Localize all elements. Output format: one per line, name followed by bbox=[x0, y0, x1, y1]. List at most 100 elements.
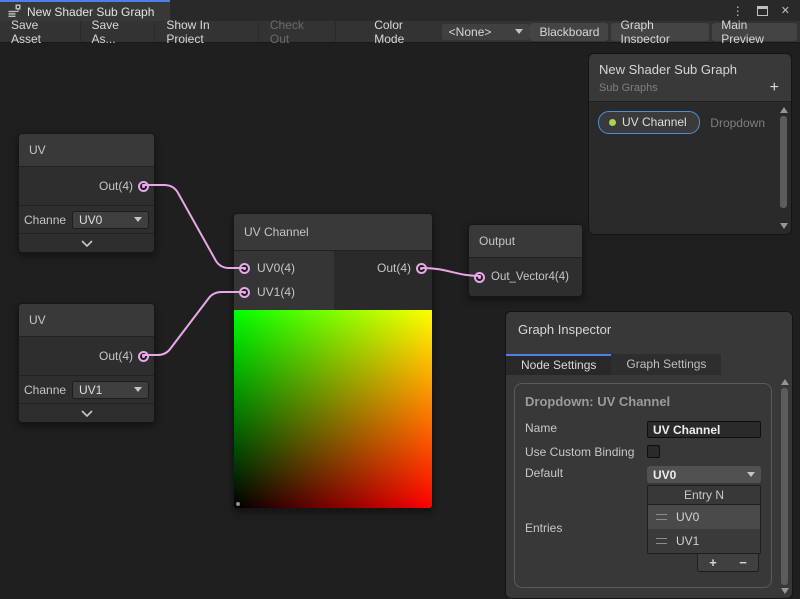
use-custom-binding-checkbox[interactable] bbox=[647, 445, 660, 458]
entries-label: Entries bbox=[525, 521, 647, 536]
node-uv-1-out-label: Out(4) bbox=[99, 179, 133, 193]
graph-inspector-toggle-button[interactable]: Graph Inspector bbox=[611, 23, 709, 41]
node-uv-1-channel-value: UV0 bbox=[79, 213, 102, 227]
color-mode-dropdown[interactable]: <None> bbox=[442, 24, 531, 40]
add-property-button[interactable]: + bbox=[770, 83, 781, 93]
blackboard-scrollbar[interactable] bbox=[778, 105, 789, 231]
window-menu-icon[interactable]: ⋮ bbox=[732, 4, 744, 18]
blackboard-title: New Shader Sub Graph bbox=[599, 62, 781, 77]
name-label: Name bbox=[525, 421, 647, 438]
scroll-up-icon[interactable] bbox=[781, 379, 789, 385]
edge-uv1-out-to-uv0[interactable] bbox=[143, 185, 245, 268]
graph-canvas[interactable]: UV Out(4) Channe UV0 UV Out(4) Channe bbox=[0, 43, 800, 599]
save-as-button[interactable]: Save As... bbox=[81, 21, 156, 42]
name-input[interactable]: UV Channel bbox=[647, 421, 761, 438]
use-custom-binding-row: Use Custom Binding bbox=[525, 445, 761, 460]
node-output-title: Output bbox=[469, 225, 582, 258]
entry-row-uv0[interactable]: UV0 bbox=[648, 505, 760, 529]
drag-handle-icon[interactable] bbox=[656, 514, 667, 520]
node-uv-2-collapse-button[interactable] bbox=[19, 403, 154, 422]
chevron-down-icon bbox=[80, 410, 94, 417]
edge-uv2-out-to-uv1[interactable] bbox=[143, 292, 245, 355]
tab-title: New Shader Sub Graph bbox=[27, 5, 154, 19]
inspector-scrollbar[interactable] bbox=[779, 377, 790, 596]
node-uv-2-out-label: Out(4) bbox=[99, 349, 133, 363]
node-uv-channel[interactable]: UV Channel UV0(4) UV1(4) Out(4) bbox=[233, 213, 433, 509]
main-preview-toggle-button[interactable]: Main Preview bbox=[712, 23, 797, 41]
default-label: Default bbox=[525, 466, 647, 483]
chevron-down-icon bbox=[134, 217, 142, 222]
toolbar: Save Asset Save As... Show In Project Ch… bbox=[0, 21, 800, 43]
scroll-down-icon[interactable] bbox=[780, 223, 788, 229]
blackboard-item-type: Dropdown bbox=[710, 116, 765, 130]
blackboard-header[interactable]: New Shader Sub Graph Sub Graphs + bbox=[589, 54, 791, 102]
node-uv-channel-title: UV Channel bbox=[234, 214, 432, 251]
maximize-icon[interactable] bbox=[757, 6, 768, 16]
check-out-button: Check Out bbox=[259, 21, 336, 42]
entries-field-row: Entries Entry N UV0 UV1 bbox=[525, 485, 761, 572]
node-uv-1-title: UV bbox=[19, 134, 154, 167]
blackboard-item-row: UV Channel Dropdown bbox=[598, 111, 765, 134]
node-uv-channel-preview bbox=[234, 310, 432, 508]
tab-graph-settings[interactable]: Graph Settings bbox=[611, 354, 721, 376]
panel-toggles: Blackboard Graph Inspector Main Preview bbox=[530, 23, 800, 41]
chevron-down-icon bbox=[747, 472, 755, 477]
node-uv-2-channel-value: UV1 bbox=[79, 383, 102, 397]
node-uv-1-channel-label: Channe bbox=[24, 213, 68, 227]
dropdown-settings-box: Dropdown: UV Channel Name UV Channel Use… bbox=[514, 383, 772, 588]
blackboard-content: UV Channel Dropdown bbox=[589, 102, 791, 234]
remove-entry-button[interactable]: − bbox=[739, 557, 747, 569]
exposed-dot-icon bbox=[609, 119, 616, 126]
node-output-in-label: Out_Vector4(4) bbox=[491, 271, 569, 283]
entries-list: Entry N UV0 UV1 bbox=[647, 485, 761, 554]
graph-inspector-header[interactable]: Graph Inspector bbox=[506, 312, 792, 354]
save-asset-button[interactable]: Save Asset bbox=[0, 21, 81, 42]
default-value: UV0 bbox=[653, 468, 676, 482]
node-uv-1-collapse-button[interactable] bbox=[19, 233, 154, 252]
default-field-row: Default UV0 bbox=[525, 466, 761, 483]
close-icon[interactable]: ✕ bbox=[781, 4, 790, 17]
scrollbar-thumb[interactable] bbox=[780, 116, 787, 208]
chevron-down-icon bbox=[134, 387, 142, 392]
node-output[interactable]: Output Out_Vector4(4) bbox=[468, 224, 583, 297]
node-uv-channel-out-label: Out(4) bbox=[377, 261, 411, 275]
color-mode-label: Color Mode bbox=[366, 18, 441, 46]
entries-list-footer: + − bbox=[647, 554, 761, 572]
use-custom-binding-label: Use Custom Binding bbox=[525, 445, 647, 460]
add-entry-button[interactable]: + bbox=[709, 557, 717, 569]
blackboard-item-name: UV Channel bbox=[622, 115, 687, 129]
default-dropdown[interactable]: UV0 bbox=[647, 466, 761, 483]
graph-inspector-panel: Graph Inspector Node Settings Graph Sett… bbox=[505, 311, 793, 599]
scroll-down-icon[interactable] bbox=[781, 588, 789, 594]
node-uv-2-channel-label: Channe bbox=[24, 383, 68, 397]
scroll-up-icon[interactable] bbox=[780, 107, 788, 113]
node-uv-1-channel-dropdown[interactable]: UV0 bbox=[72, 211, 149, 229]
entry-value: UV0 bbox=[676, 510, 699, 524]
chevron-down-icon bbox=[80, 240, 94, 247]
blackboard-panel: New Shader Sub Graph Sub Graphs + UV Cha… bbox=[588, 53, 792, 235]
blackboard-subtitle: Sub Graphs bbox=[599, 82, 658, 94]
node-output-in-port[interactable] bbox=[474, 272, 485, 283]
blackboard-toggle-button[interactable]: Blackboard bbox=[530, 23, 608, 41]
node-uv-2-title: UV bbox=[19, 304, 154, 337]
node-uv-channel-in1-label: UV1(4) bbox=[257, 285, 295, 299]
name-field-row: Name UV Channel bbox=[525, 421, 761, 438]
graph-inspector-tabs: Node Settings Graph Settings bbox=[506, 354, 792, 376]
node-settings-content: Dropdown: UV Channel Name UV Channel Use… bbox=[506, 375, 792, 598]
chevron-down-icon bbox=[515, 29, 523, 34]
scrollbar-thumb[interactable] bbox=[781, 388, 788, 585]
tab-node-settings[interactable]: Node Settings bbox=[506, 354, 611, 376]
show-in-project-button[interactable]: Show In Project bbox=[155, 21, 259, 42]
node-uv-channel-in0-label: UV0(4) bbox=[257, 261, 295, 275]
entry-row-uv1[interactable]: UV1 bbox=[648, 529, 760, 553]
graph-inspector-title: Graph Inspector bbox=[518, 322, 780, 337]
color-mode-value: <None> bbox=[449, 25, 492, 39]
section-title: Dropdown: UV Channel bbox=[525, 394, 761, 409]
node-uv-2[interactable]: UV Out(4) Channe UV1 bbox=[18, 303, 155, 423]
blackboard-item-uv-channel[interactable]: UV Channel bbox=[598, 111, 700, 134]
node-uv-2-channel-dropdown[interactable]: UV1 bbox=[72, 381, 149, 399]
entry-value: UV1 bbox=[676, 534, 699, 548]
drag-handle-icon[interactable] bbox=[656, 538, 667, 544]
entries-header: Entry N bbox=[648, 486, 760, 505]
node-uv-1[interactable]: UV Out(4) Channe UV0 bbox=[18, 133, 155, 253]
